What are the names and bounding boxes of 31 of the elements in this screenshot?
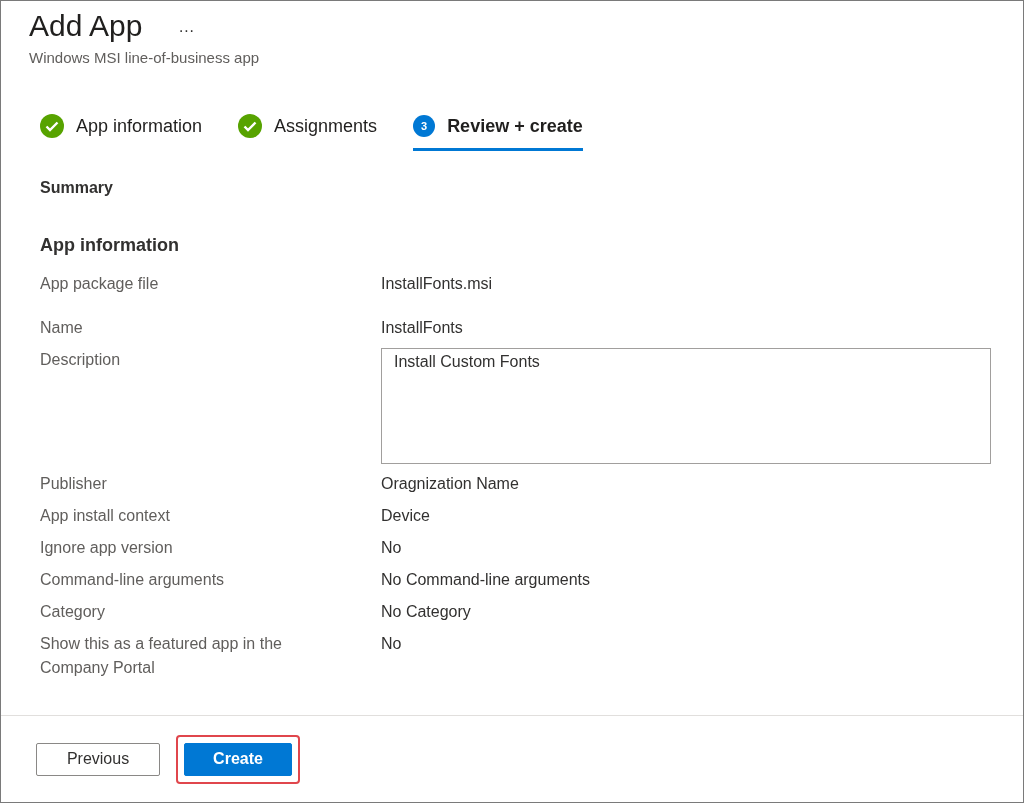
field-label: Command-line arguments bbox=[40, 570, 226, 590]
field-value: Device bbox=[381, 506, 431, 526]
field-label: Name bbox=[40, 318, 84, 338]
field-value: InstallFonts bbox=[381, 318, 464, 338]
check-circle-icon bbox=[238, 114, 263, 138]
wizard-step-tab[interactable]: App information bbox=[40, 106, 203, 151]
step-number: 3 bbox=[413, 115, 436, 137]
field-value: No bbox=[381, 538, 403, 558]
field-value: No Command-line arguments bbox=[381, 570, 591, 590]
field-label: Show this as a featured app in the Company Portal bbox=[40, 634, 283, 678]
field-label: Publisher bbox=[40, 474, 108, 494]
previous-button[interactable]: Previous bbox=[36, 742, 160, 776]
field-label: App install context bbox=[40, 506, 171, 526]
page-subtitle: Windows MSI line-of-business app bbox=[29, 49, 261, 66]
field-value: No Category bbox=[381, 602, 472, 622]
wizard-step-tab[interactable]: 3 Review + create bbox=[413, 106, 583, 151]
check-circle-icon bbox=[40, 114, 64, 138]
summary-heading: Summary bbox=[40, 179, 114, 197]
field-label: Category bbox=[40, 602, 106, 622]
create-button[interactable]: Create bbox=[184, 742, 292, 776]
field-value: No bbox=[381, 634, 403, 654]
page-title: Add App bbox=[29, 9, 143, 43]
field-value: Oragnization Name bbox=[381, 474, 520, 494]
section-heading: App information bbox=[40, 235, 180, 256]
description-field: Install Custom Fonts bbox=[381, 348, 991, 464]
field-value: InstallFonts.msi bbox=[381, 274, 494, 294]
more-options[interactable]: ··· bbox=[178, 22, 195, 40]
field-label: App package file bbox=[40, 274, 160, 294]
field-label: Ignore app version bbox=[40, 538, 174, 558]
field-label: Description bbox=[40, 350, 122, 370]
wizard-step-tab[interactable]: Assignments bbox=[238, 106, 378, 151]
